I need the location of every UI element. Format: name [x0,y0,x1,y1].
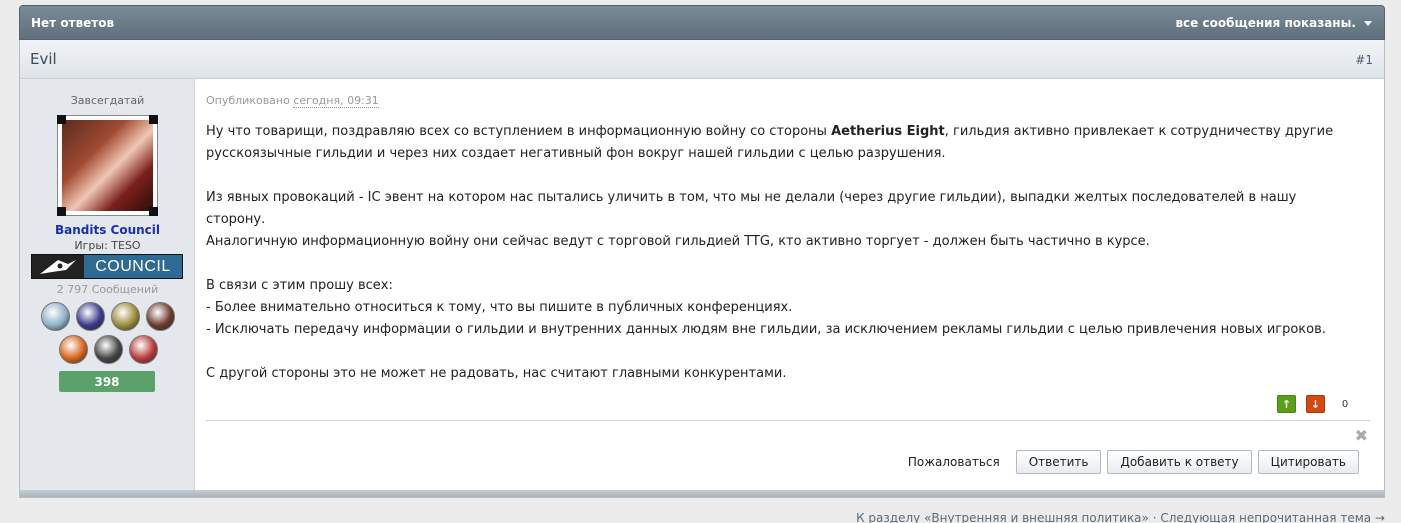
published-label: Опубликовано [206,94,290,107]
wizard-trophy-icon[interactable] [76,302,105,331]
frame-corner-icon [149,207,158,216]
reply-button[interactable]: Ответить [1015,450,1102,474]
next-unread-topic-link[interactable]: Следующая непрочитанная тема → [1160,511,1385,523]
avatar[interactable] [57,115,158,216]
post-paragraph: Из явных провокаций - IC эвент на которо… [206,187,1356,253]
post-footer-bar [20,490,1384,497]
post-paragraph: С другой стороны это не может не радоват… [206,363,1356,385]
user-sidebar: Завсегдатай Bandits Council Игры: TESO C… [20,79,195,491]
user-message-count: 2 797 Сообщений [56,283,159,296]
post-text: Из явных провокаций - IC эвент на которо… [206,190,1297,227]
fire-trophy-icon[interactable] [58,335,88,364]
warrior-trophy-icon[interactable] [146,302,175,331]
report-link[interactable]: Пожаловаться [908,455,1000,469]
post-text: Аналогичную информационную войну они сей… [206,234,1150,249]
orc-trophy-icon[interactable] [111,302,140,331]
thread-status-title: Нет ответов [31,16,115,30]
post-votes: ↑ ↓ 0 [1277,395,1355,413]
vote-down-button[interactable]: ↓ [1306,395,1325,413]
published-time: сегодня, 09:31 [293,94,379,108]
user-rank: Завсегдатай [70,94,145,107]
post-text: русскоязычные гильдии и через них создае… [206,146,946,161]
reputation-badge: 398 [59,371,155,392]
post-content: Опубликовано сегодня, 09:31 Ну что товар… [206,79,1376,491]
post-bold-text: Aetherius Eight [831,124,945,139]
council-banner: COUNCIL [31,254,183,279]
frame-corner-icon [149,115,158,124]
post-text: С другой стороны это не может не радоват… [206,366,787,381]
nav-separator: · [1152,511,1157,523]
frame-corner-icon [57,207,66,216]
post-text: Ну что товарищи, поздравляю всех со всту… [206,124,832,139]
back-to-section-link[interactable]: К разделу «Внутренняя и внешняя политика… [856,511,1149,523]
post-text: - Более внимательно относиться к тому, ч… [206,300,793,315]
post-actions: Пожаловаться Ответить Добавить к ответу … [908,450,1359,474]
post-container: Evil #1 Завсегдатай Bandits Council Игры… [19,40,1385,498]
council-banner-text: COUNCIL [84,255,182,278]
close-icon[interactable]: ✖ [1355,426,1368,445]
post-body: Ну что товарищи, поздравляю всех со всту… [206,121,1356,407]
user-group-link[interactable]: Bandits Council [20,223,195,237]
post-text: , гильдия активно привлекает к сотруднич… [944,124,1334,139]
post-date: Опубликовано сегодня, 09:31 [206,94,379,108]
thread-header-bar: Нет ответов все сообщения показаны. [19,5,1385,40]
post-paragraph: В связи с этим прошу всех: - Более внима… [206,275,1356,341]
dragon-trophy-icon[interactable] [93,335,123,364]
user-trophies [38,302,178,364]
post-filter-label: все сообщения показаны. [1175,16,1356,30]
divider [206,420,1370,421]
quote-button[interactable]: Цитировать [1257,450,1359,474]
chevron-down-icon [1364,20,1372,26]
post-header: Evil #1 [20,40,1384,79]
scroll-trophy-icon[interactable] [41,302,70,331]
vote-count: 0 [1341,398,1349,410]
guild-badge-trophy-icon[interactable] [128,335,158,364]
post-number-link[interactable]: #1 [1355,53,1373,67]
post-paragraph: Ну что товарищи, поздравляю всех со всту… [206,121,1356,165]
user-games: Игры: TESO [74,239,141,252]
council-logo-icon [32,255,84,278]
add-to-reply-button[interactable]: Добавить к ответу [1107,450,1252,474]
post-filter-dropdown[interactable]: все сообщения показаны. [1175,16,1372,30]
vote-up-button[interactable]: ↑ [1277,395,1296,413]
post-text: - Исключать передачу информации о гильди… [206,322,1326,337]
post-author-name[interactable]: Evil [30,50,57,68]
frame-corner-icon [57,115,66,124]
post-text: В связи с этим прошу всех: [206,278,393,293]
thread-navigation: К разделу «Внутренняя и внешняя политика… [856,511,1385,523]
avatar-image [62,120,153,211]
